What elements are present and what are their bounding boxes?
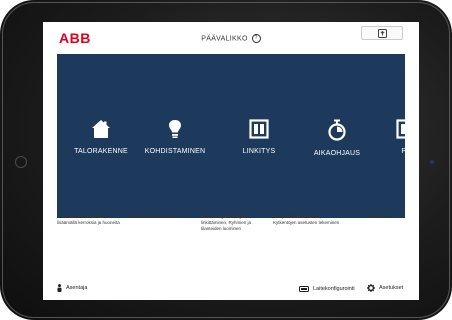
device-icon <box>299 286 309 292</box>
tile-label: KOHDISTAMINEN <box>144 148 206 155</box>
device-config-button[interactable]: Laitekonfigurointi <box>299 286 355 292</box>
lightbulb-icon <box>169 120 181 138</box>
person-icon <box>57 284 62 292</box>
tile-label: PA <box>401 148 405 155</box>
help-icon[interactable]: ? <box>251 34 261 43</box>
description-talorakenne: Talorakenteen laatiminen lisäämällä kerr… <box>57 214 120 225</box>
settings-label: Asetukset <box>379 285 404 291</box>
main-menu-panel: TALORAKENNE KOHDISTAMINEN LINKITYS AIKAO… <box>57 54 405 218</box>
switch-icon <box>249 119 269 139</box>
home-button[interactable] <box>15 156 27 168</box>
tile-label: LINKITYS <box>242 148 276 155</box>
tile-linkitys[interactable]: LINKITYS <box>219 119 299 155</box>
house-icon <box>92 120 110 138</box>
user-label: Asentaja <box>66 285 88 291</box>
tile-kohdistaminen[interactable]: KOHDISTAMINEN <box>135 119 215 155</box>
tile-paneelit[interactable]: PA <box>366 119 405 155</box>
description-kohdistaminen: Laitteiden kohdistaminen <box>129 214 179 219</box>
app-screen: ABB PÄÄVALIKKO? TALORAKENNE KOHDISTAMINE… <box>43 22 419 300</box>
tablet-frame: ABB PÄÄVALIKKO? TALORAKENNE KOHDISTAMINE… <box>0 0 452 320</box>
settings-button[interactable]: Asetukset <box>367 284 403 292</box>
camera-dot <box>430 160 434 164</box>
tile-label: AIKAOHJAUS <box>313 150 361 157</box>
upload-icon <box>378 29 387 38</box>
tile-aikaohjaus[interactable]: AIKAOHJAUS <box>297 119 377 157</box>
tile-talorakenne[interactable]: TALORAKENNE <box>61 119 141 155</box>
gear-icon <box>367 284 375 292</box>
panel-icon <box>396 119 405 139</box>
timer-icon <box>328 119 346 141</box>
page-title: PÄÄVALIKKO <box>201 35 248 43</box>
description-aikaohjaus: Aikaprofiilien laatiminen, Kytkentöjen a… <box>273 214 340 225</box>
user-button[interactable]: Asentaja <box>57 284 87 292</box>
device-config-label: Laitekonfigurointi <box>313 286 355 292</box>
description-paneelit: Paneelit <box>371 214 388 219</box>
upload-button[interactable] <box>361 26 403 40</box>
description-linkitys: Laitteiden ja kuluttajien linkittäminen,… <box>201 214 252 231</box>
tile-label: TALORAKENNE <box>74 148 128 155</box>
